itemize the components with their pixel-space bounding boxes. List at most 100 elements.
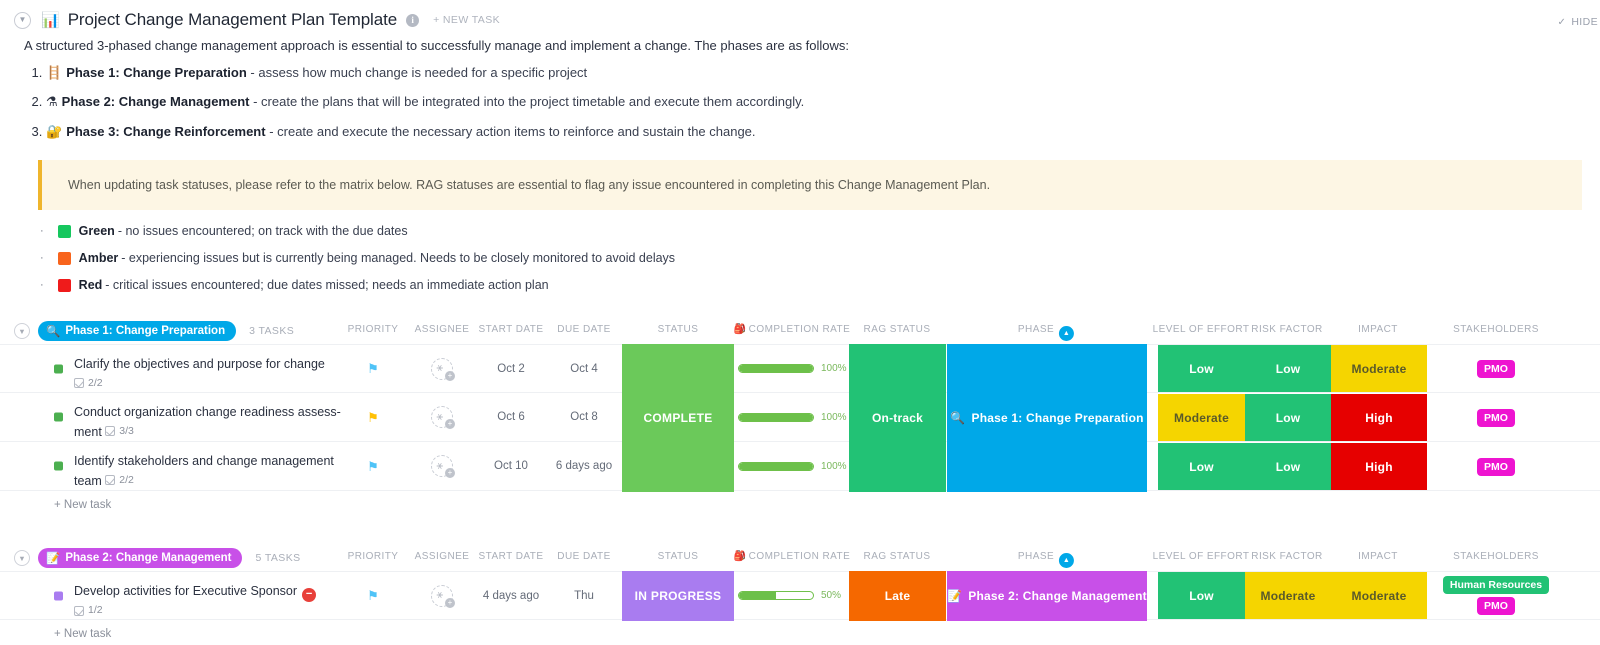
column-header-assignee[interactable]: ASSIGNEE	[415, 551, 470, 562]
completion-rate-cell[interactable]: 100%	[738, 393, 847, 441]
column-header-risk_factor[interactable]: RISK FACTOR	[1251, 324, 1322, 335]
column-header-priority[interactable]: PRIORITY	[348, 324, 399, 335]
new-task-button[interactable]: + NEW TASK	[433, 14, 500, 26]
info-icon[interactable]: i	[406, 14, 419, 27]
blocked-icon[interactable]: −	[302, 588, 316, 602]
stakeholders-cell[interactable]: PMO	[1406, 344, 1586, 393]
stakeholder-chip[interactable]: PMO	[1477, 458, 1515, 476]
assignee-cell[interactable]: ⚹+	[417, 393, 467, 441]
status-cell[interactable]: IN PROGRESS	[622, 571, 734, 621]
due-date-cell[interactable]: Thu	[539, 572, 629, 619]
task-name[interactable]: Identify stakeholders and change managem…	[74, 451, 342, 492]
column-header-rag_status[interactable]: RAG STATUS	[864, 551, 931, 562]
column-header-impact[interactable]: IMPACT	[1358, 324, 1398, 335]
column-header-due_date[interactable]: DUE DATE	[557, 551, 610, 562]
rag-amber-label: Amber	[79, 251, 119, 265]
risk-factor-cell[interactable]: Low	[1245, 443, 1331, 490]
completion-rate-cell[interactable]: 50%	[738, 572, 841, 619]
collapse-document-chevron-icon[interactable]: ▼	[14, 12, 31, 29]
stakeholders-cell[interactable]: PMO	[1406, 393, 1586, 442]
assignee-cell[interactable]: ⚹+	[417, 345, 467, 392]
level-of-effort-cell[interactable]: Low	[1158, 443, 1245, 490]
task-status-square-icon[interactable]	[54, 591, 63, 600]
add-assignee-icon[interactable]: ⚹+	[431, 406, 453, 428]
assignee-cell[interactable]: ⚹+	[417, 572, 467, 619]
subtask-progress[interactable]: 3/3	[105, 423, 134, 440]
impact-cell-label: Moderate	[1352, 362, 1407, 376]
column-header-due_date[interactable]: DUE DATE	[557, 324, 610, 335]
progress-bar-fill	[739, 463, 813, 470]
column-header-rag_status[interactable]: RAG STATUS	[864, 324, 931, 335]
priority-flag-cell[interactable]: ⚑	[348, 345, 398, 392]
priority-flag-cell[interactable]: ⚑	[348, 572, 398, 619]
task-name[interactable]: Clarify the objectives and purpose for c…	[74, 354, 342, 395]
phase-cell[interactable]: 📝Phase 2: Change Management	[947, 571, 1147, 621]
due-date-cell[interactable]: 6 days ago	[539, 442, 629, 490]
column-header-priority[interactable]: PRIORITY	[348, 551, 399, 562]
subtask-progress[interactable]: 1/2	[74, 602, 103, 619]
risk-factor-cell[interactable]: Low	[1245, 394, 1331, 441]
task-group: PRIORITY ASSIGNEE START DATE DUE DATE STATUS…	[0, 545, 1600, 645]
flag-icon[interactable]: ⚑	[367, 589, 379, 602]
due-date-cell[interactable]: Oct 4	[539, 345, 629, 392]
stakeholder-chip[interactable]: PMO	[1477, 409, 1515, 427]
task-status-square-icon[interactable]	[54, 462, 63, 471]
task-status-square-icon[interactable]	[54, 364, 63, 373]
risk-factor-cell[interactable]: Moderate	[1245, 572, 1331, 619]
subtask-progress[interactable]: 2/2	[105, 472, 134, 489]
column-header-status[interactable]: STATUS	[658, 324, 699, 335]
flag-icon[interactable]: ⚑	[367, 411, 379, 424]
stakeholders-cell[interactable]: PMO	[1406, 442, 1586, 491]
column-header-level_of_effort[interactable]: LEVEL OF EFFORT	[1153, 324, 1250, 335]
flag-icon[interactable]: ⚑	[367, 460, 379, 473]
column-header-level_of_effort[interactable]: LEVEL OF EFFORT	[1153, 551, 1250, 562]
flag-icon[interactable]: ⚑	[367, 362, 379, 375]
priority-flag-cell[interactable]: ⚑	[348, 393, 398, 441]
risk-factor-cell[interactable]: Low	[1245, 345, 1331, 392]
rag-amber-desc: - experiencing issues but is currently b…	[121, 251, 675, 265]
level-of-effort-cell[interactable]: Moderate	[1158, 394, 1245, 441]
stakeholders-cell[interactable]: Human Resources PMO	[1406, 571, 1586, 620]
status-cell[interactable]: COMPLETE	[622, 344, 734, 492]
add-new-task-button[interactable]: + New task	[0, 620, 1600, 645]
column-header-start_date[interactable]: START DATE	[479, 324, 544, 335]
completion-rate-cell[interactable]: 100%	[738, 442, 847, 490]
add-new-task-button[interactable]: + New task	[0, 491, 1600, 519]
column-header-phase[interactable]: PHASE▲	[1018, 551, 1074, 568]
task-name[interactable]: Develop activities for Executive Sponsor…	[74, 581, 342, 622]
level-of-effort-cell[interactable]: Low	[1158, 345, 1245, 392]
column-header-assignee[interactable]: ASSIGNEE	[415, 324, 470, 335]
phase-cell[interactable]: 🔍Phase 1: Change Preparation	[947, 344, 1147, 492]
rag-status-cell[interactable]: On-track	[849, 344, 946, 492]
due-date-cell[interactable]: Oct 8	[539, 393, 629, 441]
add-assignee-icon[interactable]: ⚹+	[431, 585, 453, 607]
completion-rate-cell[interactable]: 100%	[738, 345, 847, 392]
sort-ascending-icon[interactable]: ▲	[1059, 326, 1074, 341]
column-header-stakeholders[interactable]: STAKEHOLDERS	[1453, 551, 1539, 562]
column-header-completion_rate[interactable]: 🎒COMPLETION RATE	[734, 551, 850, 562]
assignee-cell[interactable]: ⚹+	[417, 442, 467, 490]
task-name[interactable]: Conduct organization change readiness as…	[74, 402, 342, 443]
column-header-stakeholders[interactable]: STAKEHOLDERS	[1453, 324, 1539, 335]
column-header-completion_rate[interactable]: 🎒COMPLETION RATE	[734, 324, 850, 335]
column-header-impact[interactable]: IMPACT	[1358, 551, 1398, 562]
level-of-effort-cell[interactable]: Low	[1158, 572, 1245, 619]
add-assignee-icon[interactable]: ⚹+	[431, 358, 453, 380]
add-assignee-icon[interactable]: ⚹+	[431, 455, 453, 477]
column-header-label: STAKEHOLDERS	[1453, 551, 1539, 562]
column-header-risk_factor[interactable]: RISK FACTOR	[1251, 551, 1322, 562]
priority-flag-cell[interactable]: ⚑	[348, 442, 398, 490]
column-header-phase[interactable]: PHASE▲	[1018, 324, 1074, 341]
hide-button[interactable]: ✓ HIDE	[1558, 16, 1598, 28]
stakeholder-chip[interactable]: Human Resources	[1443, 576, 1549, 594]
stakeholder-chip[interactable]: PMO	[1477, 597, 1515, 615]
rag-status-cell[interactable]: Late	[849, 571, 946, 621]
column-header-start_date[interactable]: START DATE	[479, 551, 544, 562]
sort-ascending-icon[interactable]: ▲	[1059, 553, 1074, 568]
completion-percent-label: 100%	[821, 363, 847, 374]
column-header-status[interactable]: STATUS	[658, 551, 699, 562]
task-status-square-icon[interactable]	[54, 413, 63, 422]
stakeholder-chip[interactable]: PMO	[1477, 360, 1515, 378]
list-item: · Red - critical issues encountered; due…	[40, 278, 1600, 292]
subtask-progress[interactable]: 2/2	[74, 375, 103, 392]
